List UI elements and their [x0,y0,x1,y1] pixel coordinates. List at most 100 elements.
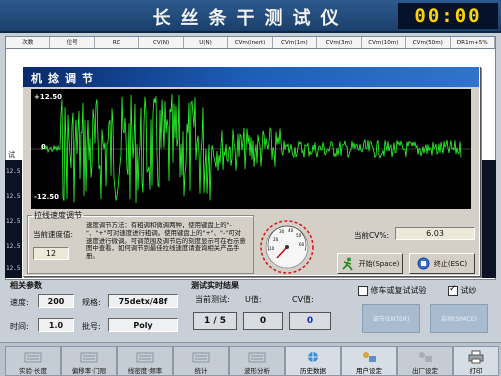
toolbar-button-print[interactable]: 打印 [453,346,499,376]
speed-value: 200 [38,294,74,308]
strip-label-5: 12.5 [6,265,21,272]
cv-value-label: CV值: [292,295,314,304]
toolbar-button-history[interactable]: 历史数据 [285,346,341,376]
params-panel: 相关参数 速度: 200 规格: 75detx/48f 时间: 1.0 批号: … [4,280,183,340]
column-header: CVm(inert) [228,37,273,48]
column-header: CVm(10m) [362,37,407,48]
dialog-title-bar[interactable]: 机捻调节 [23,67,479,87]
toolbar-button-user-settings[interactable]: 用户设定 [341,346,397,376]
stop-button-label: 终止(ESC) [433,259,468,268]
toolbar-button-statistics[interactable]: 统计 [173,346,229,376]
adjust-enter-label: 调节(ENTER) [372,316,410,323]
scope-max-label: +12.50 [34,93,63,101]
dialog-title: 机捻调节 [31,72,99,85]
strip-label-1: 12.5 [6,168,21,175]
column-header: CVm(50m) [406,37,451,48]
start-space-label: 启动(SPACE) [441,316,477,323]
current-test-label: 当前测试: [195,295,230,304]
spec-label: 规格: [82,298,101,307]
network-icon [308,352,318,362]
settings-icon [419,352,432,362]
right-chart-strip [480,160,496,278]
stop-icon [417,257,430,270]
signal-plot [31,94,471,204]
gauge-icon: 20 30 40 50 60 10 [260,220,314,274]
toolbar-label: 实验·长度 [18,367,48,375]
start-space-button[interactable]: 启动(SPACE) [430,304,488,333]
test-yarn-label: 试纱 [460,286,477,295]
strip-label-0: 试 [8,151,15,159]
toolbar-label: 线密度·频率 [127,367,163,375]
column-header: 次数 [6,37,51,48]
keyboard-icon [248,352,266,363]
gauge-tick: 60 [299,242,305,247]
adjust-enter-button[interactable]: 调节(ENTER) [362,304,420,333]
toolbar-label: 历史数据 [300,367,326,375]
toolbar-button-deviation[interactable]: 偏移率·门限 [61,346,117,376]
speed-gauge: 20 30 40 50 60 10 [255,218,319,274]
current-test-value: 1 / 5 [193,312,237,330]
toolbar-label: 出厂设定 [412,367,438,375]
u-value: 0 [243,312,283,330]
realtime-panel: 测试实时结果 当前测试: U值: CV值: 1 / 5 0 0 [187,280,338,340]
time-value: 1.0 [38,318,74,332]
column-header: 位号 [50,37,95,48]
bottom-toolbar: 实验·长度 偏移率·门限 线密度·频率 统计 波形分析 历史数据 用户设定 出厂… [0,342,501,376]
keyboard-icon [136,352,154,363]
gauge-tick: 40 [288,228,294,233]
current-cv-label: 当前CV%: [354,231,390,240]
time-label: 时间: [10,322,29,331]
current-speed-value: 12 [33,247,69,260]
speed-group-legend: 拉线速度调节 [34,211,82,220]
u-value-label: U值: [245,295,262,304]
scope-min-label: -12.50 [34,193,60,201]
strip-label-2: 12.5 [6,193,21,200]
table-header: 次数 位号 RC CV(N) U(N) CVm(inert) CVm(1m) CVm(3m) C… [6,37,495,49]
keyboard-icon [80,352,98,363]
batch-value: Poly [108,318,178,332]
clock-display: 00:00 [398,3,498,29]
column-header: DR1m+5% [451,37,495,48]
start-button[interactable]: 开始(Space) [337,253,403,274]
current-cv-value: 6.03 [395,227,475,240]
column-header: U(N) [184,37,229,48]
retest-check-box[interactable] [358,285,368,296]
strip-label-3: 12.5 [6,218,21,225]
realtime-title: 测试实时结果 [191,281,239,290]
spec-value: 75detx/48f [108,294,178,308]
speed-help-text: 速度调节方法：有粗调和微调两种，使用键盘上的"-"、"+"可对速度进行粗调。使用… [86,222,246,261]
current-speed-label: 当前速度值: [33,230,74,239]
printer-icon [468,350,484,364]
options-panel: 修车或复试试验 试纱 调节(ENTER) 启动(SPACE) [342,280,496,340]
column-header: CVm(3m) [317,37,362,48]
toolbar-button-density[interactable]: 线密度·频率 [117,346,173,376]
gauge-tick: 10 [269,246,275,251]
params-title: 相关参数 [10,281,42,290]
settings-icon [363,352,376,362]
toolbar-label: 统计 [194,367,208,375]
twist-adjust-dialog: 机捻调节 +12.50 0 -12.50 拉线速度调节 当前速度值: 12 速度… [22,66,480,276]
speed-label: 速度: [10,298,29,307]
keyboard-icon [192,352,210,363]
gauge-tick: 20 [273,237,279,242]
keyboard-icon [24,352,42,363]
scope-zero-label: 0 [41,143,46,151]
cv-value: 0 [289,312,331,330]
retest-label: 修车或复试试验 [370,286,427,295]
column-header: CVm(1m) [273,37,318,48]
test-yarn-checkbox[interactable]: 试纱 [448,284,477,296]
runner-icon [342,257,353,270]
stop-button[interactable]: 终止(ESC) [409,253,475,274]
column-header: CV(N) [139,37,184,48]
start-button-label: 开始(Space) [358,259,400,268]
toolbar-button-test-length[interactable]: 实验·长度 [5,346,61,376]
toolbar-label: 用户设定 [356,367,382,375]
gauge-tick: 30 [279,229,285,234]
gauge-tick: 50 [296,233,302,238]
toolbar-button-waveform[interactable]: 波形分析 [229,346,285,376]
toolbar-button-factory-settings[interactable]: 出厂设定 [397,346,453,376]
retest-checkbox[interactable]: 修车或复试试验 [358,285,427,296]
toolbar-label: 波形分析 [244,367,270,375]
signal-scope: +12.50 0 -12.50 [31,89,471,209]
test-yarn-check-box[interactable] [448,284,458,296]
